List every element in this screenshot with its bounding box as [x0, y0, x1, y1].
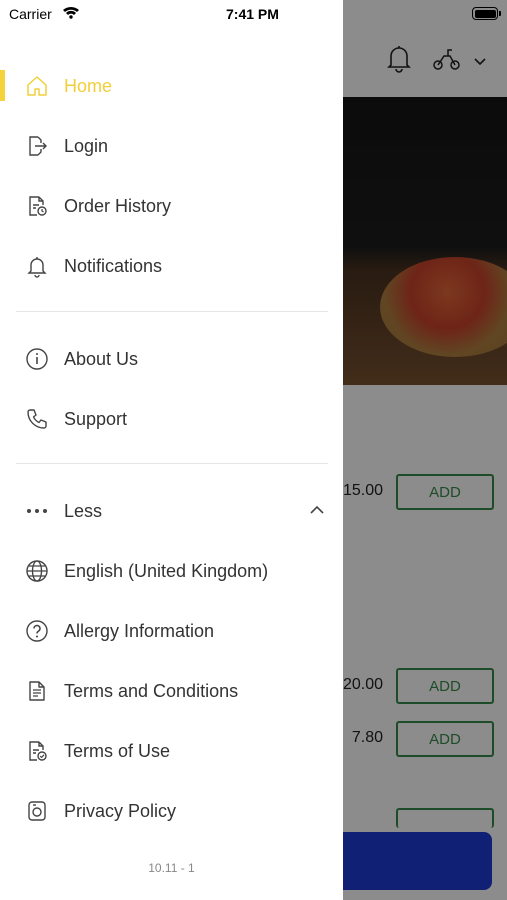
menu-item-privacy-policy[interactable]: Privacy Policy: [0, 781, 343, 841]
menu-item-support[interactable]: Support: [0, 389, 343, 449]
more-dots-icon: [24, 498, 50, 524]
status-bar: Carrier 7:41 PM: [0, 0, 507, 28]
question-icon: [24, 618, 50, 644]
menu-label: About Us: [64, 348, 139, 369]
menu-label: Less: [64, 500, 103, 521]
menu-item-order-history[interactable]: Order History: [0, 176, 343, 236]
order-history-icon: [24, 193, 50, 219]
privacy-icon: [24, 798, 50, 824]
home-icon: [24, 73, 50, 99]
menu-label: Home: [64, 75, 113, 96]
app-version: 10.11 - 1: [148, 861, 195, 875]
menu-item-language[interactable]: English (United Kingdom): [0, 541, 343, 601]
menu-item-less-toggle[interactable]: Less: [0, 481, 343, 541]
info-icon: [24, 346, 50, 372]
menu-item-terms-of-use[interactable]: Terms of Use: [0, 721, 343, 781]
menu-label: Allergy Information: [64, 620, 215, 641]
carrier-label: Carrier: [9, 6, 52, 22]
document-icon: [24, 678, 50, 704]
menu-label: Privacy Policy: [64, 800, 177, 821]
divider: [16, 311, 328, 312]
menu-item-login[interactable]: Login: [0, 116, 343, 176]
battery-icon: [472, 7, 501, 20]
menu-label: Login: [64, 135, 109, 156]
bell-icon: [24, 253, 50, 279]
menu-label: Terms and Conditions: [64, 680, 239, 701]
wifi-icon: [62, 5, 80, 24]
menu-item-allergy-information[interactable]: Allergy Information: [0, 601, 343, 661]
phone-icon: [24, 406, 50, 432]
menu-label: Terms of Use: [64, 740, 171, 761]
menu-label: Order History: [64, 195, 172, 216]
globe-icon: [24, 558, 50, 584]
menu-item-notifications[interactable]: Notifications: [0, 236, 343, 296]
menu-item-home[interactable]: Home: [0, 56, 343, 116]
menu-item-about-us[interactable]: About Us: [0, 329, 343, 389]
menu-label: Support: [64, 408, 128, 429]
document-check-icon: [24, 738, 50, 764]
divider: [16, 463, 328, 464]
chevron-up-icon: [310, 502, 324, 520]
login-icon: [24, 133, 50, 159]
clock: 7:41 PM: [226, 6, 279, 22]
menu-item-terms-and-conditions[interactable]: Terms and Conditions: [0, 661, 343, 721]
menu-label: English (United Kingdom): [64, 560, 269, 581]
side-drawer: Home Login Order History Notifications A…: [0, 0, 343, 900]
menu-label: Notifications: [64, 255, 163, 276]
